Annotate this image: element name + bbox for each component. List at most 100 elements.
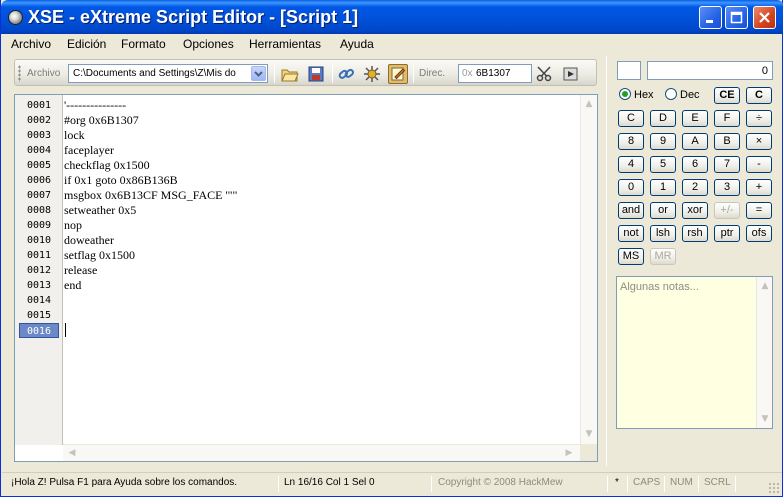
calc-key-9[interactable]: 9 [650,133,676,150]
calc-key-d[interactable]: D [650,110,676,127]
calc-key-and[interactable]: and [618,202,644,219]
calc-key-2[interactable]: 2 [682,179,708,196]
offset-input[interactable]: 0x 6B1307 [458,64,532,83]
toolbar-grip[interactable] [18,65,21,82]
calc-key-5[interactable]: 5 [650,156,676,173]
direc-label: Direc. [419,68,446,79]
code-line[interactable]: checkflag 0x1500 [64,158,564,173]
scroll-right-icon[interactable]: ▶ [561,445,577,461]
scroll-down-icon[interactable]: ▼ [757,411,773,427]
scroll-down-icon[interactable]: ▼ [581,426,597,442]
horizontal-scrollbar[interactable]: ◀ ▶ [63,444,580,461]
calc-key-1[interactable]: 1 [650,179,676,196]
notes-textarea[interactable]: Algunas notas... ▲ ▼ [616,276,773,429]
code-line[interactable]: lock [64,128,564,143]
save-icon[interactable] [306,64,326,84]
close-button[interactable] [753,6,776,29]
line-number: 0006 [26,175,52,186]
code-line[interactable]: doweather [64,233,564,248]
menu-formato[interactable]: Formato [121,37,166,51]
calc-key-divide[interactable]: ÷ [746,110,772,127]
calc-key-plus[interactable]: + [746,179,772,196]
compile-icon[interactable] [362,64,382,84]
ce-button[interactable]: CE [714,87,740,104]
calc-key-3[interactable]: 3 [714,179,740,196]
calc-key-7[interactable]: 7 [714,156,740,173]
minimize-button[interactable] [699,6,722,29]
menu-edicion[interactable]: Edición [67,37,106,51]
title-bar[interactable]: XSE - eXtreme Script Editor - [Script 1] [1,0,783,34]
edit-notes-icon[interactable] [388,64,408,84]
panel-splitter[interactable] [606,56,607,466]
calc-key-equals[interactable]: = [746,202,772,219]
clear-button[interactable]: C [746,87,772,104]
code-line[interactable]: if 0x1 goto 0x86B136B [64,173,564,188]
status-separator [431,476,432,492]
scroll-up-icon[interactable]: ▲ [757,278,773,294]
calc-key-xor[interactable]: xor [682,202,708,219]
menu-archivo[interactable]: Archivo [11,37,51,51]
code-line[interactable]: setweather 0x5 [64,203,564,218]
calc-key-minus[interactable]: - [746,156,772,173]
calc-key-negate[interactable]: +/- [714,202,740,219]
calc-key-c[interactable]: C [618,110,644,127]
calc-key-a[interactable]: A [682,133,708,150]
file-path-combo[interactable]: C:\Documents and Settings\Z\Mis do [68,64,268,83]
calc-key-e[interactable]: E [682,110,708,127]
code-line[interactable]: nop [64,218,564,233]
code-line[interactable]: faceplayer [64,143,564,158]
calc-key-or[interactable]: or [650,202,676,219]
menu-opciones[interactable]: Opciones [183,37,234,51]
vertical-scrollbar[interactable]: ▲ ▼ [580,95,597,445]
calc-key-f[interactable]: F [714,110,740,127]
scroll-up-icon[interactable]: ▲ [581,96,597,112]
open-folder-icon[interactable] [280,64,300,84]
status-separator [698,476,699,492]
line-number: 0008 [26,205,52,216]
status-separator [664,476,665,492]
code-area[interactable]: '--------------- #org 0x6B1307 lock face… [64,95,582,445]
scissors-icon[interactable] [535,64,555,84]
calc-key-lsh[interactable]: lsh [650,225,676,242]
chevron-down-icon[interactable] [251,66,266,81]
code-line[interactable]: end [64,278,564,293]
link-icon[interactable] [336,64,356,84]
dec-radio[interactable] [665,88,677,100]
hex-radio[interactable] [619,88,631,100]
memory-store-button[interactable]: MS [618,248,644,265]
line-number: 0013 [26,280,52,291]
maximize-button[interactable] [725,6,748,29]
dec-radio-label[interactable]: Dec [680,89,700,101]
calc-key-ptr[interactable]: ptr [714,225,740,242]
calc-key-6[interactable]: 6 [682,156,708,173]
calc-key-0[interactable]: 0 [618,179,644,196]
calc-key-multiply[interactable]: × [746,133,772,150]
text-caret [65,323,66,337]
calc-key-not[interactable]: not [618,225,644,242]
calc-key-8[interactable]: 8 [618,133,644,150]
code-line[interactable]: #org 0x6B1307 [64,113,564,128]
insert-offset-icon[interactable] [561,64,581,84]
calc-key-rsh[interactable]: rsh [682,225,708,242]
calc-key-4[interactable]: 4 [618,156,644,173]
menu-herramientas[interactable]: Herramientas [249,37,321,51]
calc-key-ofs[interactable]: ofs [746,225,772,242]
menu-ayuda[interactable]: Ayuda [340,37,374,51]
code-line[interactable]: '--------------- [64,98,564,113]
line-number: 0011 [26,250,52,261]
notes-scrollbar[interactable]: ▲ ▼ [756,277,772,428]
code-line[interactable]: setflag 0x1500 [64,248,564,263]
status-copyright: Copyright © 2008 HackMew [438,477,563,488]
app-window: XSE - eXtreme Script Editor - [Script 1]… [0,0,783,497]
line-number: 0002 [26,115,52,126]
app-icon[interactable] [8,10,23,25]
hex-radio-label[interactable]: Hex [634,89,654,101]
resize-grip[interactable] [768,482,780,494]
script-editor[interactable]: 0001 0002 0003 0004 0005 0006 0007 0008 … [14,94,598,462]
scroll-left-icon[interactable]: ◀ [64,445,80,461]
code-line[interactable]: release [64,263,564,278]
code-line[interactable]: msgbox 0x6B13CF MSG_FACE '"" [64,188,564,203]
toolbar-separator [274,64,275,83]
calc-key-b[interactable]: B [714,133,740,150]
memory-recall-button[interactable]: MR [650,248,676,265]
